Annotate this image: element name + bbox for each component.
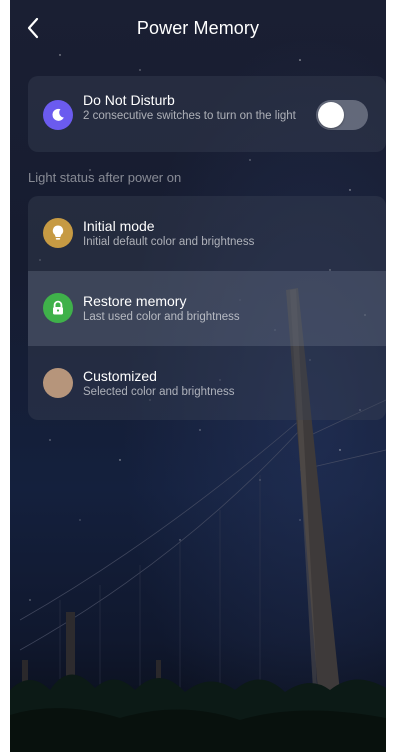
light-status-options-card: Initial mode Initial default color and b… — [28, 196, 386, 420]
header: Power Memory — [10, 10, 386, 46]
dnd-toggle[interactable] — [316, 100, 368, 130]
option-subtitle: Selected color and brightness — [83, 386, 235, 398]
option-restore-memory[interactable]: Restore memory Last used color and brigh… — [28, 271, 386, 346]
dnd-subtitle: 2 consecutive switches to turn on the li… — [83, 110, 296, 122]
moon-icon — [52, 108, 64, 121]
power-memory-screen: Power Memory Do Not Disturb 2 consecutiv… — [10, 0, 386, 752]
option-title: Customized — [83, 368, 157, 384]
dnd-title: Do Not Disturb — [83, 92, 175, 108]
color-swatch-icon — [43, 368, 73, 398]
option-subtitle: Last used color and brightness — [83, 311, 240, 323]
option-title: Restore memory — [83, 293, 187, 309]
lock-icon — [53, 300, 63, 315]
restore-memory-icon-badge — [43, 293, 73, 323]
option-subtitle: Initial default color and brightness — [83, 236, 255, 248]
initial-mode-icon-badge — [43, 218, 73, 248]
page-title: Power Memory — [136, 18, 260, 38]
bulb-icon — [52, 225, 64, 240]
dnd-icon-badge — [43, 100, 73, 130]
option-title: Initial mode — [83, 218, 155, 234]
option-initial-mode[interactable]: Initial mode Initial default color and b… — [28, 196, 386, 271]
option-customized[interactable]: Customized Selected color and brightness — [28, 346, 386, 420]
do-not-disturb-card: Do Not Disturb 2 consecutive switches to… — [28, 76, 386, 152]
toggle-knob — [318, 102, 344, 128]
section-label: Light status after power on — [28, 170, 182, 185]
